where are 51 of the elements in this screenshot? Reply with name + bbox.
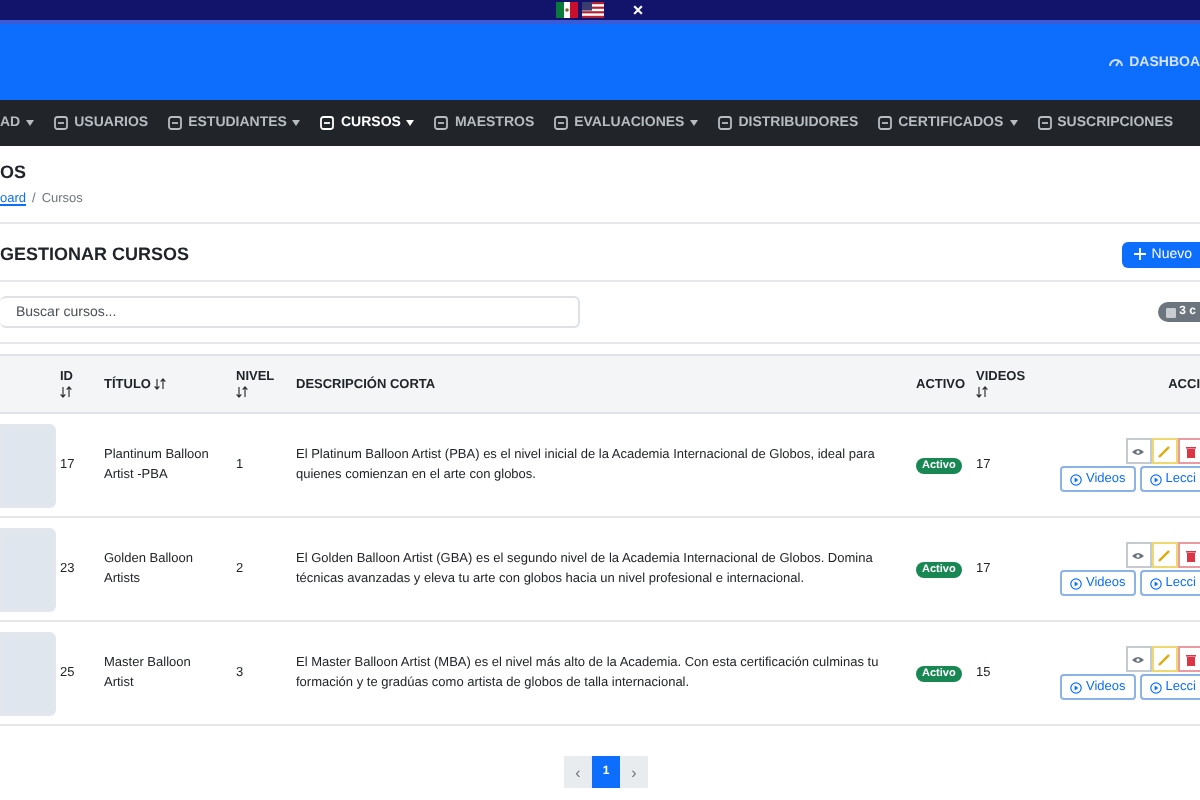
gauge-icon [1107, 54, 1124, 70]
play-circle-icon [1070, 681, 1082, 693]
menu-item-icon [718, 116, 733, 130]
menu-item-icon [554, 116, 569, 130]
delete-button[interactable] [1177, 542, 1200, 568]
pencil-icon [1158, 445, 1171, 457]
play-circle-icon [1149, 577, 1162, 589]
trash-icon [1185, 653, 1196, 665]
sort-icon[interactable] [976, 386, 988, 398]
view-button[interactable] [1125, 438, 1152, 464]
close-button[interactable]: × [632, 1, 644, 19]
sort-icon[interactable] [60, 386, 72, 398]
mexico-flag-icon[interactable] [556, 2, 579, 18]
page-title: OS [0, 162, 29, 186]
photo-placeholder [0, 423, 56, 507]
pencil-icon [1158, 549, 1171, 561]
table-icon [1165, 307, 1176, 317]
caret-icon [690, 120, 699, 126]
sort-icon[interactable] [154, 378, 167, 390]
trash-icon [1185, 549, 1196, 561]
next-page-button[interactable]: › [620, 756, 648, 788]
eye-icon [1132, 655, 1145, 663]
trash-icon [1185, 445, 1196, 457]
photo-placeholder [0, 527, 56, 611]
caret-icon [406, 120, 415, 126]
eye-icon [1132, 447, 1145, 455]
delete-button[interactable] [1177, 646, 1200, 672]
play-circle-icon [1070, 577, 1082, 589]
usa-flag-icon[interactable] [582, 2, 605, 18]
menu-item-icon [434, 116, 449, 130]
menu-item-icon [168, 116, 183, 130]
previous-page-button[interactable]: ‹ [564, 756, 592, 788]
card-title: GESTIONAR CURSOS [0, 244, 190, 264]
caret-icon [26, 120, 35, 126]
sort-icon[interactable] [236, 386, 248, 398]
menu-item-icon [54, 116, 69, 130]
menu-item-icon [320, 116, 335, 130]
view-button[interactable] [1125, 646, 1152, 672]
eye-icon [1132, 551, 1145, 559]
caret-icon [292, 120, 301, 126]
photo-placeholder [0, 631, 56, 715]
view-button[interactable] [1125, 542, 1152, 568]
play-circle-icon [1070, 473, 1082, 485]
play-circle-icon [1149, 473, 1162, 485]
plus-icon [1133, 248, 1146, 260]
delete-button[interactable] [1177, 438, 1200, 464]
pencil-icon [1158, 653, 1171, 665]
menu-item-icon [1037, 116, 1052, 130]
play-circle-icon [1149, 681, 1162, 693]
menu-item-icon [878, 116, 893, 130]
caret-icon [1009, 120, 1018, 126]
